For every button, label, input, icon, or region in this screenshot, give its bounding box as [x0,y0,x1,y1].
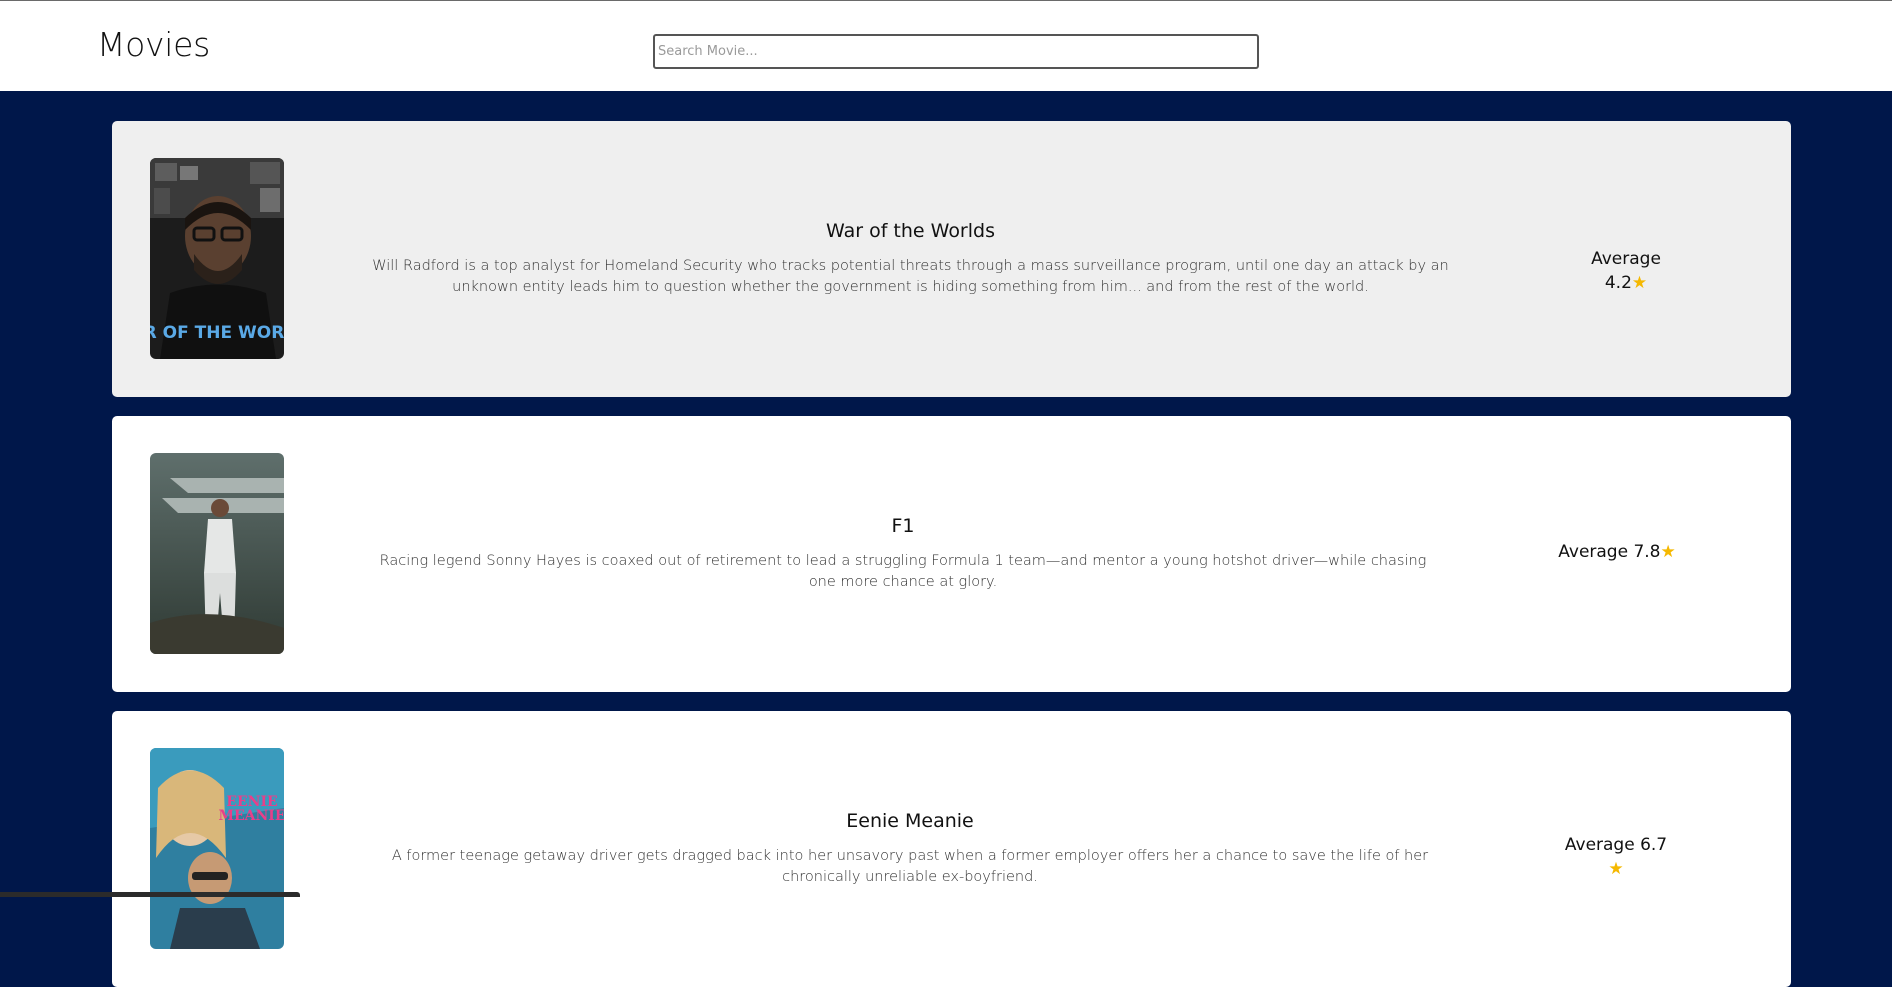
rating-value: 4.2 [1604,273,1632,293]
brand-title: Movies [97,25,211,64]
movie-description: Will Radford is a top analyst for Homela… [372,258,1449,295]
movie-poster[interactable]: WAR OF THE WORLDS [150,158,284,359]
movie-poster[interactable]: EENIE MEANIE [150,748,284,949]
movie-poster[interactable] [150,453,284,654]
f1-poster-icon [150,453,284,654]
movie-rating: Average 6.7 ★ [1556,833,1676,881]
movie-card[interactable]: EENIE MEANIE Eenie Meanie A former teena… [112,711,1791,987]
search-input[interactable] [653,34,1259,69]
movie-title: War of the Worlds [826,220,995,242]
movie-card[interactable]: WAR OF THE WORLDS War of the Worlds Will… [112,121,1791,397]
top-navbar: Movies [0,0,1892,91]
star-icon: ★ [1631,273,1648,293]
movie-title: Eenie Meanie [846,810,974,832]
movie-card[interactable]: F1 Racing legend Sonny Hayes is coaxed o… [112,416,1791,692]
eenie-meanie-poster-icon: EENIE MEANIE [150,748,284,949]
star-icon: ★ [1608,859,1624,879]
movie-info: Eenie Meanie A former teenage getaway dr… [388,711,1432,987]
movie-description: Racing legend Sonny Hayes is coaxed out … [379,553,1427,590]
rating-label: Average 6.7 [1564,835,1668,855]
movie-info: War of the Worlds Will Radford is a top … [358,121,1463,397]
svg-text:WAR OF THE WORLDS: WAR OF THE WORLDS [150,323,284,343]
war-of-the-worlds-poster-icon: WAR OF THE WORLDS [150,158,284,359]
rating-label: Average 7.8 [1558,542,1661,562]
movie-info: F1 Racing legend Sonny Hayes is coaxed o… [370,416,1436,692]
svg-text:MEANIE: MEANIE [218,808,284,824]
movie-rating: Average 4.2★ [1566,247,1686,295]
movie-title: F1 [891,515,915,537]
movie-description: A former teenage getaway driver gets dra… [391,848,1429,885]
star-icon: ★ [1660,542,1676,562]
movie-rating: Average 7.8★ [1552,540,1682,564]
browser-status-bar [0,892,300,897]
rating-label: Average [1591,249,1661,269]
